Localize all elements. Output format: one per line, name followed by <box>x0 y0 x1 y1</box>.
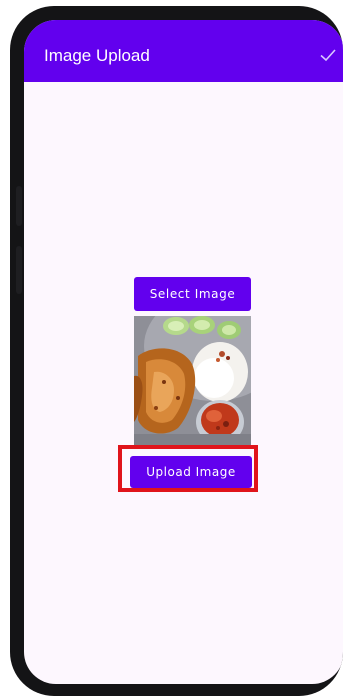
volume-up-button <box>16 186 22 226</box>
app-bar-title: Image Upload <box>44 46 150 65</box>
upload-image-button[interactable]: Upload Image <box>130 456 252 488</box>
volume-down-button <box>16 246 22 294</box>
selected-image-preview <box>134 316 251 445</box>
phone-frame: Image Upload Select Image Upload Image <box>10 6 343 696</box>
select-image-button[interactable]: Select Image <box>134 277 251 311</box>
checkmark-icon[interactable] <box>318 45 338 65</box>
app-bar: Image Upload <box>24 20 343 82</box>
app-screen: Image Upload Select Image Upload Image <box>24 20 343 684</box>
